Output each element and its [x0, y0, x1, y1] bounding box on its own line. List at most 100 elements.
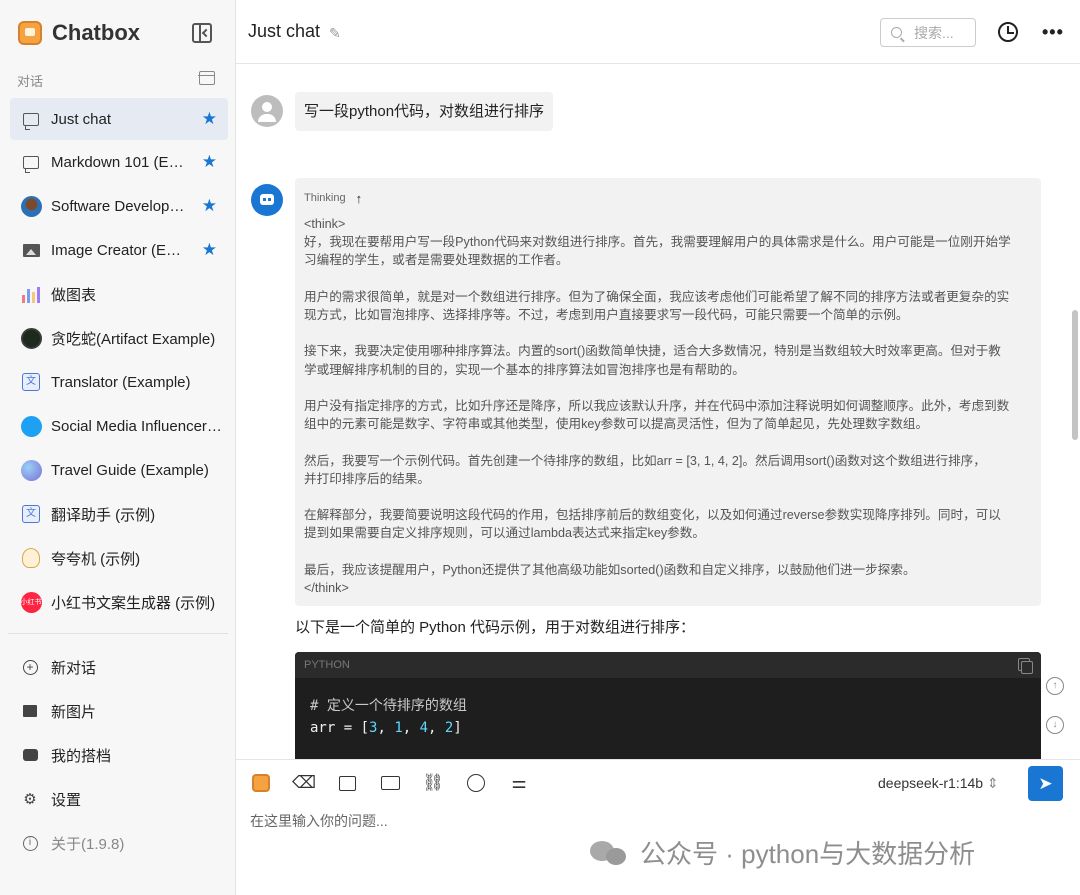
thinking-block: Thinking ↑ <think> 好，我现在要帮用户写一段Python代码来…: [295, 178, 1041, 606]
info-icon: i: [20, 833, 40, 853]
session-label: Markdown 101 (Ex…: [51, 153, 187, 171]
developer-avatar-icon: [20, 195, 42, 217]
session-item-translator[interactable]: 文 Translator (Example): [10, 360, 228, 404]
star-icon[interactable]: ★: [202, 152, 217, 172]
code-number: 3: [369, 720, 378, 736]
robot-icon: [20, 745, 40, 765]
new-chat-button[interactable]: + 新对话: [10, 645, 228, 689]
session-item-just-chat[interactable]: Just chat ★: [10, 98, 228, 140]
session-item-translate-assistant[interactable]: 文 翻译助手 (示例): [10, 492, 228, 536]
session-label: Social Media Influencer …: [51, 417, 226, 435]
assistant-avatar: [251, 184, 283, 216]
model-name: deepseek-r1:14b: [878, 775, 984, 791]
my-copilots-label: 我的搭档: [51, 747, 112, 765]
pencil-icon[interactable]: ✎: [329, 25, 343, 41]
collapse-arrow-icon[interactable]: ↑: [356, 191, 363, 206]
twitter-avatar-icon: [20, 415, 42, 437]
scroll-down-icon[interactable]: ↓: [1046, 716, 1064, 734]
thinking-label: Thinking: [304, 192, 346, 204]
sidebar: Chatbox 对话 Just chat ★ Markdown 101 (Ex……: [0, 0, 236, 895]
star-icon[interactable]: ★: [202, 196, 217, 216]
about-button[interactable]: i 关于(1.9.8): [10, 821, 228, 865]
settings-sliders-icon[interactable]: ⚌: [508, 772, 530, 794]
session-label: 翻译助手 (示例): [51, 506, 156, 524]
session-item-xiaohongshu[interactable]: 小红书 小红书文案生成器 (示例): [10, 580, 228, 624]
history-icon[interactable]: [998, 22, 1018, 42]
archive-icon[interactable]: [198, 71, 215, 85]
sidebar-divider: [8, 633, 228, 634]
globe-icon[interactable]: [465, 772, 487, 794]
scrollbar[interactable]: [1072, 310, 1078, 440]
code-block: PYTHON # 定义一个待排序的数组 arr = [3, 1, 4, 2]: [295, 652, 1041, 759]
praise-avatar-icon: [20, 547, 42, 569]
brand: Chatbox: [18, 18, 140, 48]
session-label: 小红书文案生成器 (示例): [51, 594, 216, 612]
session-item-software-developer[interactable]: Software Develop… ★: [10, 184, 228, 228]
search-input[interactable]: 搜索...: [880, 18, 976, 47]
link-icon[interactable]: ⛓: [422, 772, 444, 794]
session-item-social-media[interactable]: Social Media Influencer …: [10, 404, 228, 448]
user-avatar: [251, 95, 283, 127]
session-item-chart[interactable]: 做图表: [10, 272, 228, 316]
code-operator: = [: [335, 720, 370, 736]
message-list: 写一段python代码，对数组进行排序 Thinking ↑ <think> 好…: [236, 65, 1080, 759]
message-input[interactable]: [250, 810, 850, 832]
session-item-image-creator[interactable]: Image Creator (Ex… ★: [10, 228, 228, 272]
chevron-updown-icon: ⇕: [986, 775, 999, 791]
send-icon: ➤: [1038, 773, 1053, 793]
session-item-snake[interactable]: 贪吃蛇(Artifact Example): [10, 316, 228, 360]
session-label: Travel Guide (Example): [51, 461, 209, 479]
scroll-up-icon[interactable]: ↑: [1046, 677, 1064, 695]
wechat-logo-icon: [590, 839, 628, 867]
settings-button[interactable]: ⚙ 设置: [10, 777, 228, 821]
image-plus-icon: [20, 701, 40, 721]
chart-avatar-icon: [20, 283, 42, 305]
thinking-text: <think> 好，我现在要帮用户写一段Python代码来对数组进行排序。首先，…: [304, 217, 1011, 596]
chat-bubble-icon: [20, 151, 42, 173]
chat-title[interactable]: Just chat: [248, 21, 320, 42]
section-label: 对话: [17, 74, 44, 89]
snake-avatar-icon: [20, 327, 42, 349]
session-list: Just chat ★ Markdown 101 (Ex… ★ Software…: [10, 98, 228, 624]
gear-icon: ⚙: [23, 791, 37, 808]
new-image-button[interactable]: 新图片: [10, 689, 228, 733]
answer-intro: 以下是一个简单的 Python 代码示例，用于对数组进行排序：: [295, 619, 696, 636]
more-icon[interactable]: •••: [1042, 22, 1064, 43]
session-label: Just chat: [51, 110, 112, 128]
model-selector[interactable]: deepseek-r1:14b ⇕: [878, 775, 999, 792]
session-item-praise-bot[interactable]: 夸夸机 (示例): [10, 536, 228, 580]
chatbox-logo-icon: [18, 21, 42, 45]
session-item-travel-guide[interactable]: Travel Guide (Example): [10, 448, 228, 492]
search-placeholder: 搜索...: [914, 24, 954, 41]
code-line: arr = [3, 1, 4, 2]: [310, 720, 462, 736]
star-icon[interactable]: ★: [202, 109, 217, 129]
translator-avatar-icon: 文: [20, 371, 42, 393]
folder-icon[interactable]: [379, 772, 401, 794]
chat-bubble-icon: [20, 108, 42, 130]
session-label: Translator (Example): [51, 373, 191, 391]
code-variable: arr: [310, 720, 336, 736]
translator-avatar-icon: 文: [20, 503, 42, 525]
new-image-label: 新图片: [51, 703, 97, 721]
my-copilots-button[interactable]: 我的搭档: [10, 733, 228, 777]
thinking-header[interactable]: Thinking ↑: [304, 187, 1032, 209]
composer: ⌫ ⛓ ⚌ deepseek-r1:14b ⇕ ➤ 公众号 · python与大…: [236, 759, 1080, 895]
about-label: 关于(1.9.8): [51, 835, 125, 853]
copy-icon[interactable]: [1018, 658, 1033, 674]
image-icon: [20, 239, 42, 261]
session-label: 做图表: [51, 286, 97, 304]
session-label: 贪吃蛇(Artifact Example): [51, 330, 216, 348]
chatbox-copilot-icon[interactable]: [250, 772, 272, 794]
watermark: 公众号 · python与大数据分析: [590, 834, 975, 871]
star-icon[interactable]: ★: [202, 240, 217, 260]
session-item-markdown[interactable]: Markdown 101 (Ex… ★: [10, 140, 228, 184]
session-label: Image Creator (Ex…: [51, 241, 187, 259]
collapse-sidebar-icon[interactable]: [192, 23, 212, 43]
search-icon: [891, 27, 902, 38]
eraser-icon[interactable]: ⌫: [292, 772, 316, 794]
chat-header: Just chat ✎ 搜索... •••: [236, 0, 1080, 64]
send-button[interactable]: ➤: [1028, 766, 1063, 801]
session-label: Software Develop…: [51, 197, 185, 215]
image-attach-icon[interactable]: [336, 772, 358, 794]
new-chat-label: 新对话: [51, 659, 97, 677]
